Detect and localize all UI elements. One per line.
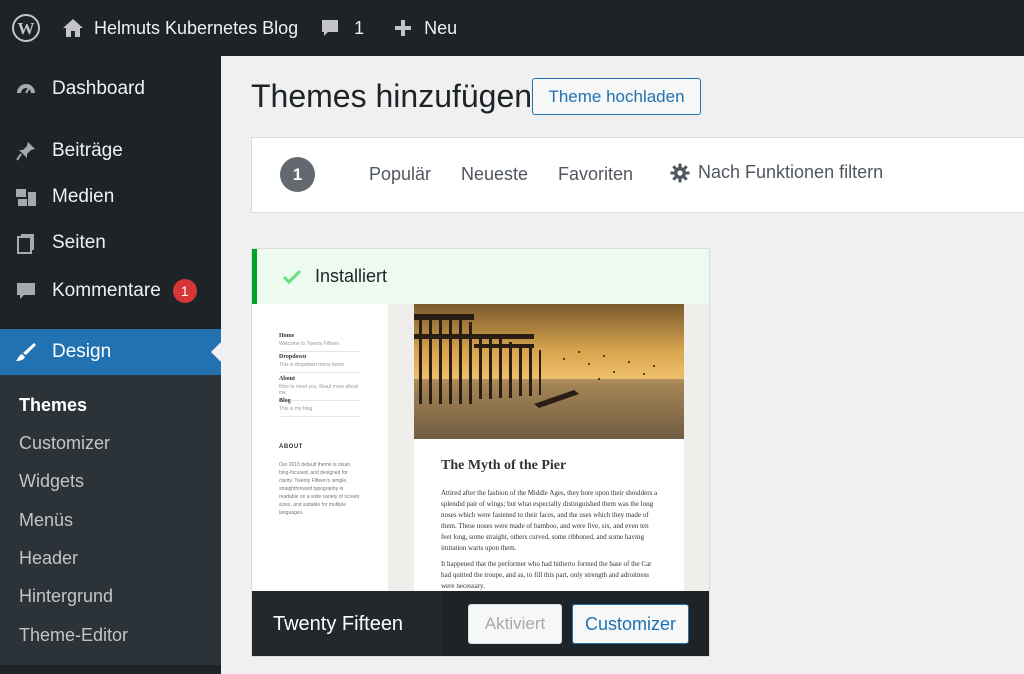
pin-icon (0, 140, 52, 162)
preview-sidebar: Home Welcome to Twenty Fifteen Dropdown … (252, 304, 388, 591)
new-label: Neu (424, 17, 458, 38)
preview-paragraph-1: Attired after the fashion of the Middle … (441, 489, 658, 552)
sidebar-item-design[interactable]: Design (0, 329, 221, 375)
activated-button[interactable]: Aktiviert (468, 604, 562, 644)
site-name-link[interactable]: Helmuts Kubernetes Blog (52, 0, 298, 56)
installed-notice: Installiert (252, 249, 709, 304)
preview-post-title: The Myth of the Pier (441, 458, 567, 473)
plus-icon (394, 19, 412, 37)
submenu-item-header[interactable]: Header (19, 548, 78, 569)
feature-filter-label: Nach Funktionen filtern (698, 162, 884, 182)
brush-icon (0, 341, 52, 363)
submenu-item-themes[interactable]: Themes (19, 395, 87, 416)
preview-post: The Myth of the Pier Attired after the f… (414, 304, 684, 591)
submenu-item-widgets[interactable]: Widgets (19, 471, 84, 492)
comment-icon (0, 280, 52, 302)
preview-about-heading: ABOUT (279, 444, 303, 450)
submenu-item-menus[interactable]: Menüs (19, 510, 73, 531)
installed-label: Installiert (315, 266, 388, 286)
theme-footer: Twenty Fifteen Aktiviert Customizer (252, 591, 709, 656)
wordpress-icon: W (11, 13, 41, 43)
sidebar-item-label: Dashboard (52, 78, 145, 99)
checkmark-icon (283, 269, 301, 284)
design-submenu: Themes Customizer Widgets Menüs Header H… (0, 375, 221, 665)
customizer-button[interactable]: Customizer (572, 604, 689, 644)
theme-count: 1 (280, 157, 315, 192)
filter-favorites-link[interactable]: Favoriten (558, 164, 633, 185)
submenu-item-customizer[interactable]: Customizer (19, 433, 110, 454)
sidebar-item-media[interactable]: Medien (0, 174, 221, 220)
theme-screenshot[interactable]: Home Welcome to Twenty Fifteen Dropdown … (252, 304, 709, 591)
preview-nav-item: Dropdown This is dropdown menu items. (279, 354, 361, 373)
feature-filter-button[interactable]: Nach Funktionen filtern (670, 162, 883, 183)
comments-count: 1 (354, 17, 365, 38)
svg-text:W: W (18, 19, 35, 38)
preview-nav-item: Blog This is my blog. (279, 398, 361, 417)
admin-bar: W Helmuts Kubernetes Blog 1 Neu (0, 0, 1024, 56)
submenu-item-background[interactable]: Hintergrund (19, 586, 113, 607)
sidebar-item-dashboard[interactable]: Dashboard (0, 66, 221, 112)
comment-icon (320, 18, 340, 38)
new-content-link[interactable]: Neu (364, 0, 457, 56)
dashboard-icon (0, 78, 52, 100)
sidebar-item-comments[interactable]: Kommentare 1 (0, 268, 221, 314)
page-title: Themes hinzufügen (251, 78, 533, 114)
site-name: Helmuts Kubernetes Blog (94, 17, 299, 38)
theme-filter-bar: 1 Populär Neueste Favoriten Nach Funktio… (251, 137, 1024, 213)
comments-badge: 1 (172, 279, 197, 303)
sidebar-item-label: Beiträge (52, 140, 123, 161)
theme-name: Twenty Fifteen (252, 591, 443, 656)
gear-icon (670, 163, 690, 183)
filter-latest-link[interactable]: Neueste (461, 164, 528, 185)
upload-theme-button[interactable]: Theme hochladen (532, 78, 701, 115)
media-icon (0, 186, 52, 208)
preview-nav-item: Home Welcome to Twenty Fifteen (279, 333, 361, 352)
admin-sidebar: Dashboard Beiträge Medien Seiten Komment… (0, 56, 221, 674)
submenu-item-theme-editor[interactable]: Theme-Editor (19, 625, 128, 646)
theme-card[interactable]: Installiert Home Welcome to Twenty Fifte… (251, 248, 710, 657)
preview-about-text: Our 2015 default theme is clean, blog-fo… (279, 462, 360, 516)
pages-icon (0, 232, 52, 254)
sidebar-item-pages[interactable]: Seiten (0, 220, 221, 266)
preview-pier-image (414, 304, 684, 439)
wordpress-logo-button[interactable]: W (0, 0, 52, 56)
sidebar-item-label: Kommentare (52, 280, 161, 301)
filter-popular-link[interactable]: Populär (369, 164, 431, 185)
sidebar-item-posts[interactable]: Beiträge (0, 128, 221, 174)
sidebar-item-label: Design (52, 341, 112, 362)
preview-paragraph-2: It happened that the performer who had h… (441, 560, 652, 590)
sidebar-item-label: Medien (52, 186, 115, 207)
comments-link[interactable]: 1 (298, 0, 364, 56)
sidebar-item-label: Seiten (52, 232, 106, 253)
home-icon (62, 18, 84, 38)
